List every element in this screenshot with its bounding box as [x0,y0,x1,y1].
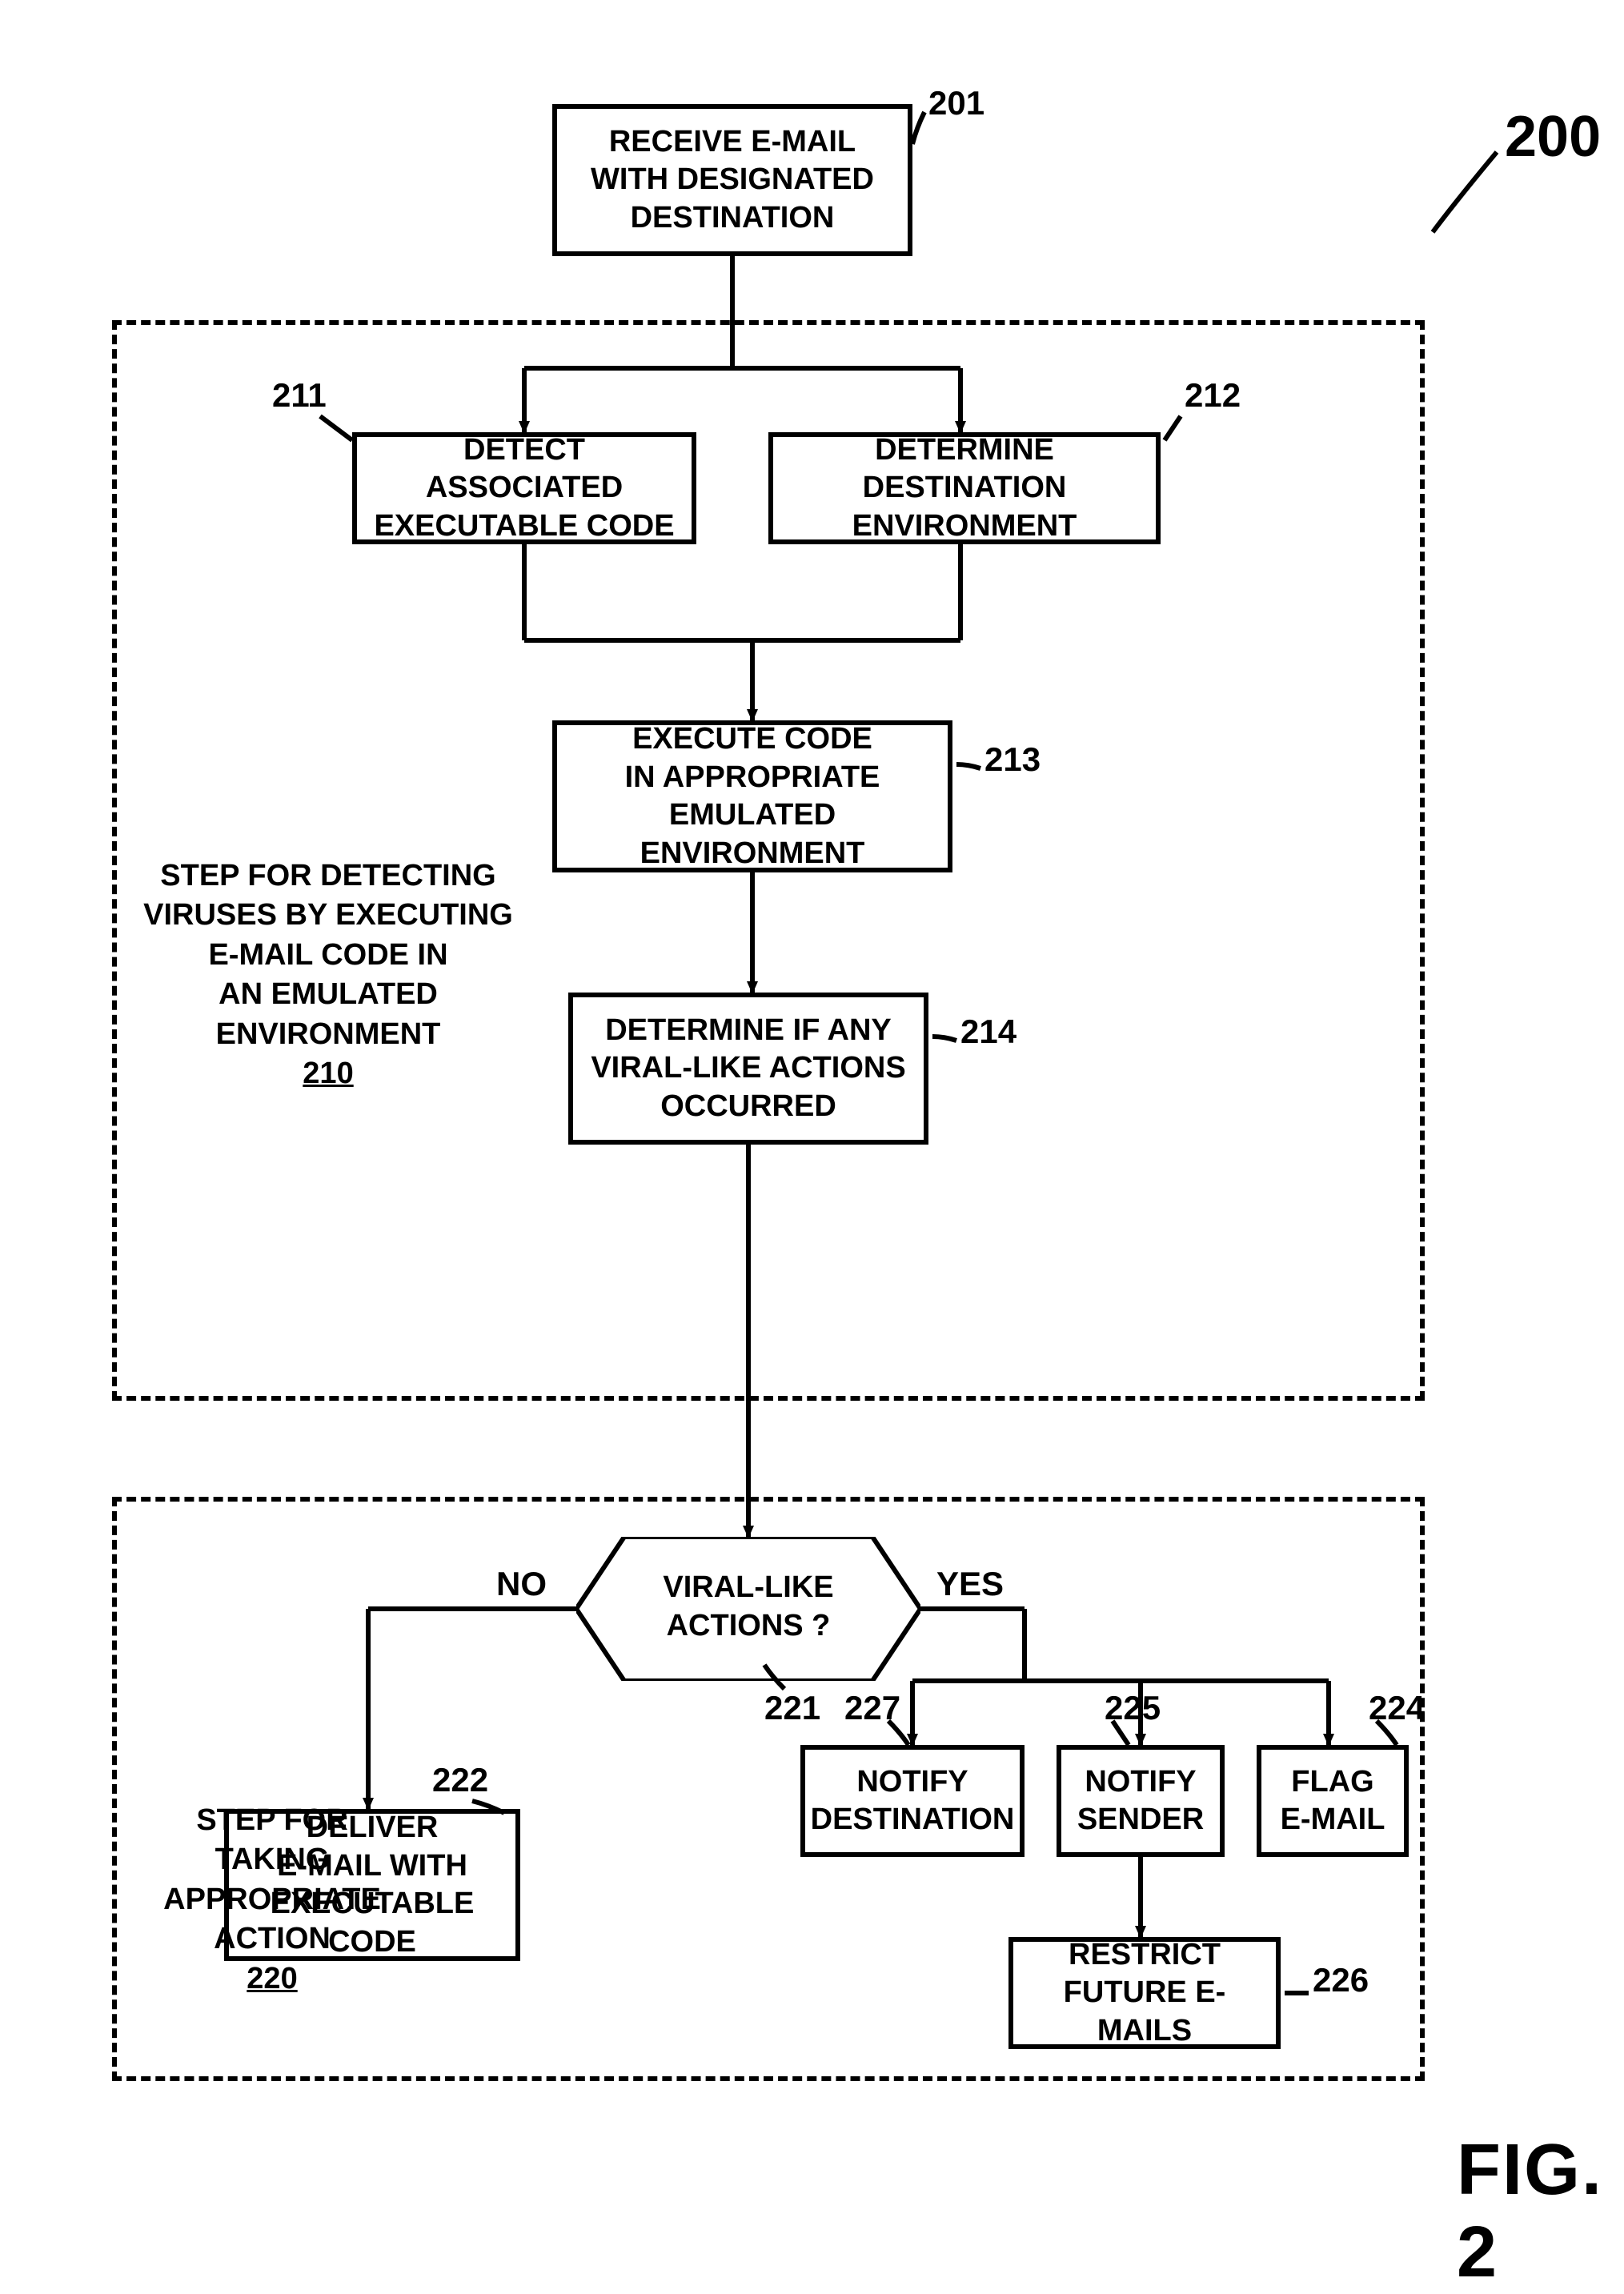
region-210-l1: STEP FOR DETECTING [136,856,520,896]
ref-213: 213 [984,740,1041,779]
ref-214: 214 [960,1013,1017,1051]
box-213: EXECUTE CODE IN APPROPRIATE EMULATED ENV… [552,720,952,872]
box-214-text: DETERMINE IF ANY VIRAL-LIKE ACTIONS OCCU… [591,1012,905,1126]
box-225: NOTIFY SENDER [1057,1745,1225,1857]
region-220-l1: STEP FOR TAKING [136,1801,408,1880]
box-201-text: RECEIVE E-MAIL WITH DESIGNATED DESTINATI… [591,123,874,238]
box-227: NOTIFY DESTINATION [800,1745,1025,1857]
box-212-text: DETERMINE DESTINATION ENVIRONMENT [784,431,1145,546]
region-220-l2: APPROPRIATE [136,1880,408,1919]
box-201: RECEIVE E-MAIL WITH DESIGNATED DESTINATI… [552,104,912,256]
decision-221-text: VIRAL-LIKE ACTIONS ? [576,1569,920,1645]
ref-225: 225 [1105,1689,1161,1727]
region-210-ref: 210 [136,1054,520,1093]
box-211-text: DETECT ASSOCIATED EXECUTABLE CODE [368,431,680,546]
figure-label: FIG. 2 [1457,2129,1624,2294]
label-yes: YES [936,1565,1004,1603]
box-211: DETECT ASSOCIATED EXECUTABLE CODE [352,432,696,544]
ref-227: 227 [844,1689,900,1727]
box-214: DETERMINE IF ANY VIRAL-LIKE ACTIONS OCCU… [568,993,928,1145]
box-213-text: EXECUTE CODE IN APPROPRIATE EMULATED ENV… [568,720,936,872]
region-210-l3: E-MAIL CODE IN [136,936,520,975]
region-210-l2: VIRUSES BY EXECUTING [136,896,520,935]
ref-222: 222 [432,1761,488,1799]
ref-201: 201 [928,84,984,122]
region-220-label: STEP FOR TAKING APPROPRIATE ACTION 220 [136,1801,408,1999]
ref-200: 200 [1505,104,1601,170]
box-225-text: NOTIFY SENDER [1077,1763,1204,1839]
box-212: DETERMINE DESTINATION ENVIRONMENT [768,432,1161,544]
decision-221: VIRAL-LIKE ACTIONS ? [576,1537,920,1681]
region-210-l4: AN EMULATED ENVIRONMENT [136,975,520,1054]
label-no: NO [496,1565,547,1603]
ref-211: 211 [272,376,327,415]
region-220-l3: ACTION [136,1919,408,1959]
region-210-label: STEP FOR DETECTING VIRUSES BY EXECUTING … [136,856,520,1093]
ref-221: 221 [764,1689,820,1727]
box-226: RESTRICT FUTURE E-MAILS [1008,1937,1281,2049]
box-226-text: RESTRICT FUTURE E-MAILS [1025,1936,1265,2051]
flowchart-canvas: RECEIVE E-MAIL WITH DESIGNATED DESTINATI… [0,0,1624,2289]
region-220-ref: 220 [136,1959,408,1999]
ref-224: 224 [1369,1689,1425,1727]
box-224-text: FLAG E-MAIL [1281,1763,1385,1839]
box-227-text: NOTIFY DESTINATION [811,1763,1015,1839]
ref-212: 212 [1185,376,1241,415]
box-224: FLAG E-MAIL [1257,1745,1409,1857]
ref-226: 226 [1313,1961,1369,1999]
